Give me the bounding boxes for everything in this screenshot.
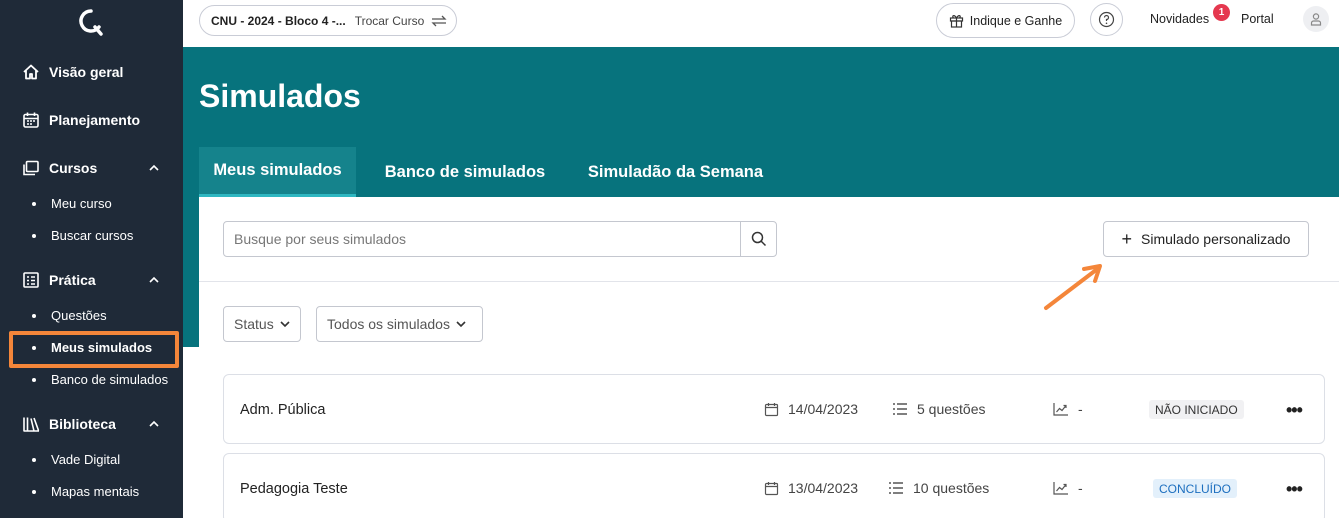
current-course-name: CNU - 2024 - Bloco 4 -... bbox=[211, 13, 346, 28]
sidebar-item-label: Prática bbox=[49, 272, 96, 288]
sidebar-subitem-vade-digital[interactable]: Vade Digital bbox=[32, 452, 120, 467]
more-options-icon[interactable]: ••• bbox=[1286, 479, 1303, 500]
sidebar-subitem-questoes[interactable]: Questões bbox=[32, 308, 107, 323]
sidebar-item-visao-geral[interactable]: Visão geral bbox=[22, 63, 172, 81]
status-filter-dropdown[interactable]: Status bbox=[223, 306, 301, 342]
list-icon bbox=[889, 482, 903, 494]
search-input[interactable] bbox=[224, 222, 740, 256]
sidebar-subitem-meu-curso[interactable]: Meu curso bbox=[32, 196, 112, 211]
chevron-down-icon bbox=[456, 321, 466, 328]
list-icon bbox=[893, 403, 907, 415]
tab-banco-de-simulados[interactable]: Banco de simulados bbox=[372, 147, 558, 197]
sidebar-subitem-mapas-mentais[interactable]: Mapas mentais bbox=[32, 484, 139, 499]
user-icon bbox=[1310, 13, 1322, 26]
simulado-questions: 5 questões bbox=[892, 401, 986, 417]
calendar-icon bbox=[764, 481, 779, 495]
sidebar-item-label: Cursos bbox=[49, 160, 98, 176]
sidebar-item-planejamento[interactable]: Planejamento bbox=[22, 111, 172, 129]
sidebar-subitem-banco-de-simulados[interactable]: Banco de simulados bbox=[32, 372, 168, 387]
calendar-icon bbox=[22, 111, 40, 129]
sidebar: Visão geral Planejamento Cursos Meu curs… bbox=[0, 0, 183, 518]
custom-simulado-button[interactable]: + Simulado personalizado bbox=[1103, 221, 1309, 257]
calendar-icon bbox=[764, 402, 779, 416]
status-badge: NÃO INICIADO bbox=[1149, 400, 1244, 419]
checklist-icon bbox=[22, 271, 40, 289]
search-icon bbox=[751, 231, 766, 247]
plus-icon: + bbox=[1121, 229, 1133, 249]
more-options-icon[interactable]: ••• bbox=[1286, 400, 1303, 421]
gift-icon bbox=[949, 15, 963, 28]
course-window-icon bbox=[22, 159, 40, 177]
top-bar: CNU - 2024 - Bloco 4 -... Trocar Curso I… bbox=[183, 0, 1339, 47]
home-icon bbox=[22, 63, 40, 81]
portal-link[interactable]: Portal bbox=[1241, 12, 1274, 26]
simulado-row[interactable]: Adm. Pública 14/04/2023 5 questões - NÃO… bbox=[223, 374, 1325, 444]
active-item-highlight bbox=[9, 331, 179, 368]
tab-meus-simulados[interactable]: Meus simulados bbox=[199, 147, 356, 197]
simulado-row[interactable]: Pedagogia Teste 13/04/2023 10 questões -… bbox=[223, 453, 1325, 518]
simulado-score: - bbox=[1053, 401, 1083, 417]
sidebar-item-label: Biblioteca bbox=[49, 416, 116, 432]
simulado-name: Pedagogia Teste bbox=[240, 481, 348, 497]
sidebar-item-biblioteca[interactable]: Biblioteca bbox=[22, 415, 172, 433]
question-icon bbox=[1098, 11, 1115, 28]
sidebar-item-label: Planejamento bbox=[49, 112, 141, 128]
simulado-score: - bbox=[1053, 480, 1083, 496]
news-link[interactable]: Novidades bbox=[1150, 12, 1209, 26]
app-logo-icon[interactable] bbox=[78, 8, 104, 36]
sidebar-subitem-buscar-cursos[interactable]: Buscar cursos bbox=[32, 228, 133, 243]
page-title: Simulados bbox=[199, 78, 361, 114]
type-filter-dropdown[interactable]: Todos os simulados bbox=[316, 306, 483, 342]
trend-chart-icon bbox=[1053, 482, 1068, 495]
status-badge: CONCLUÍDO bbox=[1153, 479, 1238, 498]
tab-simuladao-da-semana[interactable]: Simuladão da Semana bbox=[575, 147, 776, 197]
sidebar-item-label: Visão geral bbox=[49, 64, 124, 80]
annotation-arrow-icon bbox=[1044, 264, 1102, 310]
divider bbox=[199, 281, 1339, 282]
news-badge: 1 bbox=[1213, 4, 1230, 21]
search-box bbox=[223, 221, 777, 257]
sidebar-item-pratica[interactable]: Prática bbox=[22, 271, 172, 289]
chevron-up-icon[interactable] bbox=[148, 418, 160, 430]
help-button[interactable] bbox=[1090, 3, 1123, 36]
course-switcher[interactable]: CNU - 2024 - Bloco 4 -... Trocar Curso bbox=[199, 5, 457, 36]
library-icon bbox=[22, 415, 40, 433]
chevron-down-icon bbox=[280, 321, 290, 328]
simulado-name: Adm. Pública bbox=[240, 402, 326, 418]
simulado-date: 13/04/2023 bbox=[764, 480, 858, 496]
simulado-questions: 10 questões bbox=[888, 480, 989, 496]
search-button[interactable] bbox=[740, 222, 776, 256]
user-avatar[interactable] bbox=[1303, 6, 1329, 32]
trend-chart-icon bbox=[1053, 403, 1068, 416]
switch-course-label: Trocar Curso bbox=[354, 13, 425, 28]
refer-and-earn-button[interactable]: Indique e Ganhe bbox=[936, 3, 1075, 38]
chevron-up-icon[interactable] bbox=[148, 274, 160, 286]
simulado-date: 14/04/2023 bbox=[764, 401, 858, 417]
swap-arrows-icon bbox=[431, 15, 447, 26]
chevron-up-icon[interactable] bbox=[148, 162, 160, 174]
sidebar-item-cursos[interactable]: Cursos bbox=[22, 159, 172, 177]
